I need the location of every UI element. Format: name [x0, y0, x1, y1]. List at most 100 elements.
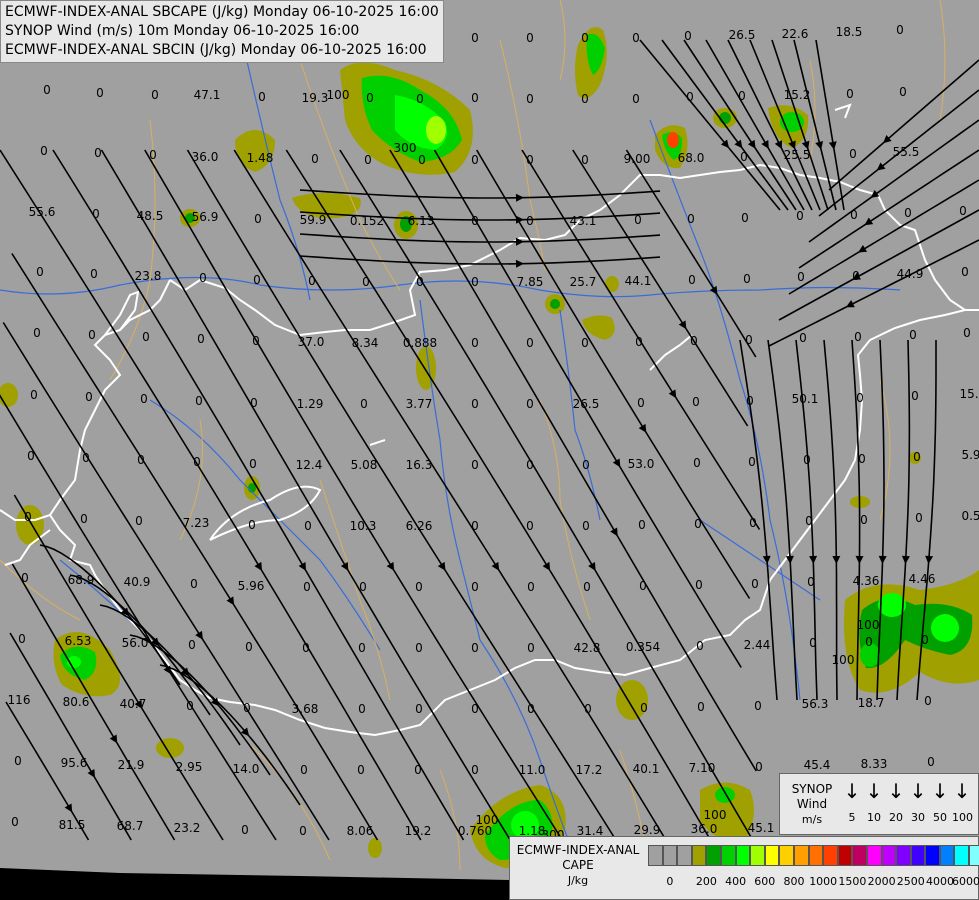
streamline-arrowhead	[832, 556, 841, 564]
cin-value-label: 0	[526, 519, 534, 533]
cin-value-label: 0	[252, 334, 260, 348]
cin-value-label: 0	[909, 328, 917, 342]
cape-swatch	[896, 845, 911, 866]
cin-value-label: 6.26	[405, 519, 433, 533]
cin-value-label: 0	[803, 453, 811, 467]
cin-value-label: 0	[751, 577, 759, 591]
cin-value-label: 0	[471, 763, 479, 777]
cin-value-label: 0	[526, 153, 534, 167]
streamline	[100, 149, 511, 841]
cin-value-label: 37.0	[297, 335, 325, 349]
cape-area	[715, 787, 735, 803]
cin-value-label: 0	[527, 580, 535, 594]
cin-value-label: 0	[471, 397, 479, 411]
cin-value-label: 16.3	[405, 458, 433, 472]
cin-value-label: 0	[687, 212, 695, 226]
cin-value-label: 25.5	[783, 148, 811, 162]
cin-value-label: 3.68	[291, 702, 319, 716]
cape-tick-label: 0	[666, 875, 674, 888]
cin-value-label: 0	[526, 336, 534, 350]
cin-value-label: 8.33	[860, 757, 888, 771]
cin-value-label: 0	[241, 823, 249, 837]
streamline	[788, 179, 979, 295]
streamline	[639, 39, 781, 211]
cape-swatch	[823, 845, 838, 866]
streamline	[572, 149, 749, 427]
cin-value-label: 29.9	[633, 823, 661, 837]
cin-value-label: 0	[94, 146, 102, 160]
cin-value-label: 0	[697, 700, 705, 714]
cin-value-label: 0	[915, 511, 923, 525]
cape-swatch	[808, 845, 824, 866]
cin-value-label: 56.9	[191, 210, 219, 224]
cin-value-label: 0	[85, 390, 93, 404]
out-of-domain-area	[0, 868, 509, 900]
streamline-arrowhead	[668, 389, 677, 399]
streamline	[661, 39, 789, 211]
cin-value-label: 7.85	[516, 275, 544, 289]
wind-streamlines	[0, 39, 979, 841]
cin-value-label: 0	[18, 632, 26, 646]
cin-value-label: 0	[11, 815, 19, 829]
title-sbcape: ECMWF-INDEX-ANAL SBCAPE (J/kg) Monday 06…	[5, 4, 439, 20]
cin-value-label: 7.10	[688, 761, 716, 775]
cin-value-label: 0	[14, 754, 22, 768]
cin-value-label: 0	[362, 275, 370, 289]
cin-value-label: 0	[807, 575, 815, 589]
cape-swatch	[764, 845, 780, 866]
cape-color-legend: ECMWF-INDEX-ANAL CAPE J/kg 0 200 400 600 800…	[509, 836, 979, 900]
streamline	[144, 149, 563, 841]
cape-tick-label: 4000	[926, 875, 954, 888]
cin-value-label: 0	[43, 83, 51, 97]
cin-value-label: 0	[33, 326, 41, 340]
cin-value-label: 68.7	[116, 819, 144, 833]
synop-legend-arrows: ↓ ↓ ↓ ↓ ↓ ↓	[842, 780, 972, 802]
cin-value-label: 0	[583, 580, 591, 594]
cin-value-label: 15.2	[783, 88, 811, 102]
cape-tick-label: 6000	[952, 875, 979, 888]
cin-value-label: 40.9	[123, 575, 151, 589]
cin-value-label: 6.13	[407, 214, 435, 228]
cin-value-label: 5.08	[350, 458, 378, 472]
cin-value-label: 59.9	[299, 213, 327, 227]
cape-swatch	[691, 845, 707, 866]
cin-value-label: 9.00	[623, 152, 651, 166]
cin-value-label: 300	[393, 141, 417, 155]
cape-swatch	[881, 845, 897, 866]
cin-value-label: 0	[415, 702, 423, 716]
title-synop-wind: SYNOP Wind (m/s) 10m Monday 06-10-2025 1…	[5, 23, 360, 39]
cape-legend-label: ECMWF-INDEX-ANAL CAPE J/kg	[516, 843, 640, 887]
cin-value-label: 23.8	[134, 269, 162, 283]
cin-value-label: 2.95	[175, 760, 203, 774]
cape-swatch	[910, 845, 926, 866]
cin-value-label: 0	[688, 273, 696, 287]
cape-tick-label: 2000	[867, 875, 896, 888]
cin-value-label: 0	[243, 701, 251, 715]
cin-value-label: 1.48	[246, 151, 274, 165]
cape-swatch	[939, 845, 955, 866]
cin-value-label: 68.0	[677, 151, 705, 165]
cin-value-label: 0	[805, 514, 813, 528]
cin-value-label: 0	[581, 31, 589, 45]
cin-value-label: 0	[686, 90, 694, 104]
cin-value-label: 0	[140, 392, 148, 406]
cin-value-label: 0	[415, 641, 423, 655]
cape-swatch	[720, 845, 736, 866]
cin-value-label: 0	[581, 92, 589, 106]
cin-value-label: 0	[640, 701, 648, 715]
cin-value-label: 0	[471, 458, 479, 472]
cin-value-label: 36.0	[690, 822, 718, 836]
cin-value-label: 0	[188, 638, 196, 652]
cin-value-label: 26.5	[572, 397, 600, 411]
cin-value-label: 0	[92, 207, 100, 221]
cape-swatch	[954, 845, 970, 866]
streamline	[823, 339, 838, 701]
cin-value-label: 0	[849, 147, 857, 161]
streamline	[233, 149, 667, 841]
cin-value-label: 0	[696, 639, 704, 653]
cin-value-label: 0	[850, 208, 858, 222]
cin-value-label: 0	[415, 580, 423, 594]
cape-swatch	[779, 845, 794, 866]
down-arrow-icon: ↓	[953, 779, 971, 803]
cin-value-label: 0	[416, 92, 424, 106]
